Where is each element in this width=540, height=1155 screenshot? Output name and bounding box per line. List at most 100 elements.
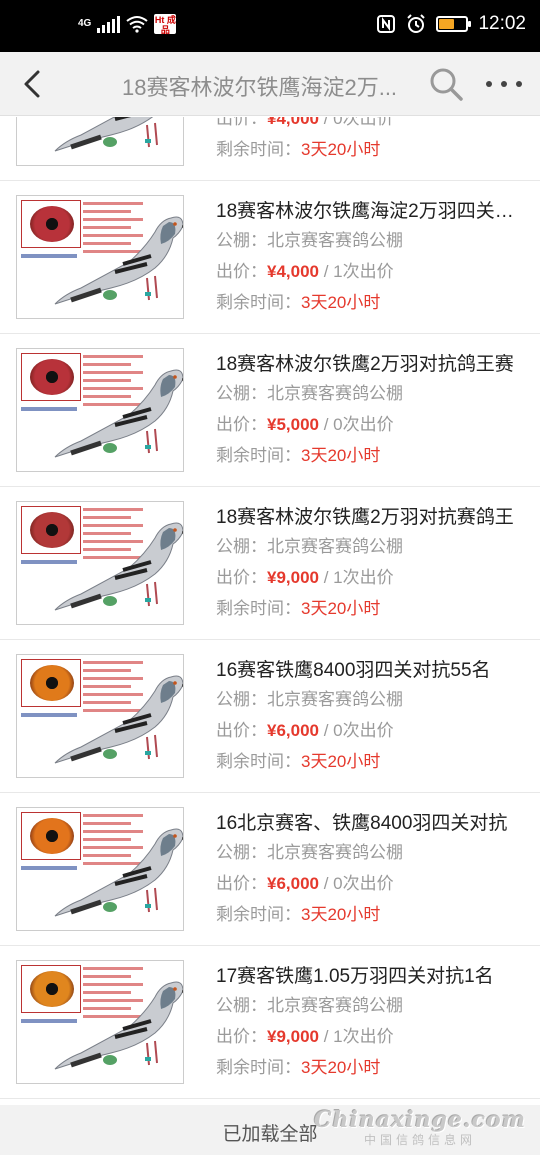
loft-row: 公棚：北京赛客赛鸽公棚 [216, 379, 522, 409]
auction-item[interactable]: 公棚：北京赛客赛鸽公棚 出价：¥4,000 / 0次出价 剩余时间：3天20小时 [0, 117, 540, 181]
bid-label: 出价： [216, 117, 267, 128]
time-row: 剩余时间：3天20小时 [216, 747, 522, 777]
loft-row: 公棚：北京赛客赛鸽公棚 [216, 838, 522, 868]
status-bar: 4G Ht 成品 12:02 [0, 0, 540, 52]
pigeon-photo[interactable] [16, 117, 184, 166]
time-label: 剩余时间： [216, 752, 301, 771]
search-button[interactable] [428, 66, 464, 102]
auction-info: 18赛客林波尔铁鹰2万羽对抗鸽王赛 公棚：北京赛客赛鸽公棚 出价：¥5,000 … [216, 352, 522, 471]
time-remaining: 3天20小时 [301, 140, 381, 159]
site-watermark: Chinaxinge.com 中国信鸽信息网 [314, 1107, 526, 1148]
pigeon-photo[interactable] [16, 654, 184, 778]
loft-logo [103, 290, 117, 300]
time-row: 剩余时间：3天20小时 [216, 288, 522, 318]
auction-item[interactable]: 17赛客铁鹰1.05万羽四关对抗1名 公棚：北京赛客赛鸽公棚 出价：¥9,000… [0, 946, 540, 1099]
loft-logo [103, 902, 117, 912]
time-row: 剩余时间：3天20小时 [216, 135, 522, 165]
loft-label: 公棚： [216, 231, 267, 250]
watermark-subtitle: 中国信鸽信息网 [364, 1133, 477, 1147]
bid-row: 出价：¥9,000 / 1次出价 [216, 1022, 522, 1052]
loft-label: 公棚： [216, 996, 267, 1015]
nav-bar: 18赛客林波尔铁鹰海淀2万... [0, 52, 540, 116]
pigeon-photo[interactable] [16, 501, 184, 625]
time-label: 剩余时间： [216, 599, 301, 618]
item-title[interactable]: 16北京赛客、铁鹰8400羽四关对抗 [216, 811, 522, 837]
loft-name: 北京赛客赛鸽公棚 [267, 231, 403, 250]
bid-count: / 1次出价 [319, 568, 394, 587]
bid-label: 出价： [216, 568, 267, 587]
loft-row: 公棚：北京赛客赛鸽公棚 [216, 991, 522, 1021]
clock: 12:02 [478, 13, 526, 34]
pigeon-photo[interactable] [16, 348, 184, 472]
item-title[interactable]: 17赛客铁鹰1.05万羽四关对抗1名 [216, 964, 522, 990]
more-dot-icon [516, 81, 522, 87]
pigeon-photo[interactable] [16, 195, 184, 319]
time-remaining: 3天20小时 [301, 599, 381, 618]
back-button[interactable] [14, 66, 50, 102]
loft-label: 公棚： [216, 537, 267, 556]
loft-name: 北京赛客赛鸽公棚 [267, 996, 403, 1015]
pigeon-image [54, 828, 183, 917]
current-price: ¥9,000 [267, 568, 319, 587]
bid-label: 出价： [216, 262, 267, 281]
more-dot-icon [501, 81, 507, 87]
bid-row: 出价：¥5,000 / 0次出价 [216, 410, 522, 440]
auction-list[interactable]: 公棚：北京赛客赛鸽公棚 出价：¥4,000 / 0次出价 剩余时间：3天20小时 [0, 117, 540, 1105]
bid-row: 出价：¥4,000 / 1次出价 [216, 257, 522, 287]
auction-item[interactable]: 18赛客林波尔铁鹰海淀2万羽四关对抗 公棚：北京赛客赛鸽公棚 出价：¥4,000… [0, 181, 540, 334]
loft-logo [103, 443, 117, 453]
page-title: 18赛客林波尔铁鹰海淀2万... [122, 75, 398, 100]
bid-row: 出价：¥6,000 / 0次出价 [216, 869, 522, 899]
list-footer: 已加载全部 Chinaxinge.com 中国信鸽信息网 [0, 1105, 540, 1155]
loft-name: 北京赛客赛鸽公棚 [267, 690, 403, 709]
bid-count: / 0次出价 [319, 874, 394, 893]
bid-row: 出价：¥6,000 / 0次出价 [216, 716, 522, 746]
time-label: 剩余时间： [216, 905, 301, 924]
pigeon-image [54, 981, 183, 1070]
loft-logo [103, 137, 117, 147]
time-row: 剩余时间：3天20小时 [216, 594, 522, 624]
auction-info: 16北京赛客、铁鹰8400羽四关对抗 公棚：北京赛客赛鸽公棚 出价：¥6,000… [216, 811, 522, 930]
item-title[interactable]: 18赛客林波尔铁鹰海淀2万羽四关对抗 [216, 199, 522, 225]
current-price: ¥4,000 [267, 262, 319, 281]
auction-item[interactable]: 16赛客铁鹰8400羽四关对抗55名 公棚：北京赛客赛鸽公棚 出价：¥6,000… [0, 640, 540, 793]
bid-row: 出价：¥9,000 / 1次出价 [216, 563, 522, 593]
bid-count: / 1次出价 [319, 262, 394, 281]
time-label: 剩余时间： [216, 1058, 301, 1077]
pigeon-photo[interactable] [16, 960, 184, 1084]
alarm-icon [407, 14, 426, 33]
item-title[interactable]: 18赛客林波尔铁鹰2万羽对抗赛鸽王 [216, 505, 522, 531]
search-icon [430, 68, 463, 101]
more-dot-icon [486, 81, 492, 87]
bid-row: 出价：¥4,000 / 0次出价 [216, 117, 522, 134]
time-row: 剩余时间：3天20小时 [216, 1053, 522, 1083]
loft-label: 公棚： [216, 843, 267, 862]
auction-item[interactable]: 18赛客林波尔铁鹰2万羽对抗鸽王赛 公棚：北京赛客赛鸽公棚 出价：¥5,000 … [0, 334, 540, 487]
time-label: 剩余时间： [216, 293, 301, 312]
bid-count: / 0次出价 [319, 721, 394, 740]
bid-count: / 1次出价 [319, 1027, 394, 1046]
time-remaining: 3天20小时 [301, 752, 381, 771]
time-remaining: 3天20小时 [301, 1058, 381, 1077]
auction-item[interactable]: 18赛客林波尔铁鹰2万羽对抗赛鸽王 公棚：北京赛客赛鸽公棚 出价：¥9,000 … [0, 487, 540, 640]
network-type: 4G [78, 18, 92, 29]
time-row: 剩余时间：3天20小时 [216, 441, 522, 471]
item-title[interactable]: 18赛客林波尔铁鹰2万羽对抗鸽王赛 [216, 352, 522, 378]
pigeon-photo[interactable] [16, 807, 184, 931]
loft-row: 公棚：北京赛客赛鸽公棚 [216, 532, 522, 562]
time-remaining: 3天20小时 [301, 446, 381, 465]
more-options-button[interactable] [482, 70, 526, 98]
time-label: 剩余时间： [216, 140, 301, 159]
item-title[interactable]: 16赛客铁鹰8400羽四关对抗55名 [216, 658, 522, 684]
time-label: 剩余时间： [216, 446, 301, 465]
loft-label: 公棚： [216, 690, 267, 709]
auction-item[interactable]: 16北京赛客、铁鹰8400羽四关对抗 公棚：北京赛客赛鸽公棚 出价：¥6,000… [0, 793, 540, 946]
pigeon-image [54, 675, 183, 764]
loft-logo [103, 1055, 117, 1065]
bid-label: 出价： [216, 874, 267, 893]
time-remaining: 3天20小时 [301, 293, 381, 312]
chevron-left-icon [24, 70, 40, 98]
current-price: ¥9,000 [267, 1027, 319, 1046]
loft-logo [103, 749, 117, 759]
loft-row: 公棚：北京赛客赛鸽公棚 [216, 226, 522, 256]
